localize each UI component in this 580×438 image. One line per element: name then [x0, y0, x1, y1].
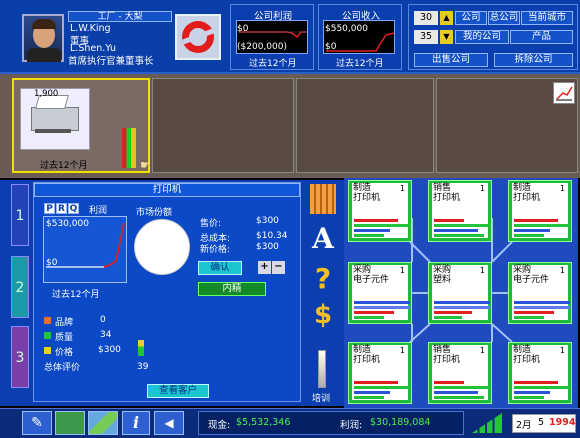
- quality-label: 质量: [55, 333, 74, 343]
- profit-chart-period: 过去12个月: [249, 59, 297, 69]
- unit-card-1[interactable]: 1 制造 打印机: [348, 180, 412, 242]
- date-month: 2月: [516, 420, 532, 431]
- unit-card-2[interactable]: 1 销售 打印机: [428, 180, 492, 242]
- profit-tabs: PRQ: [44, 203, 79, 214]
- market-share-label: 市场份额: [136, 208, 173, 218]
- brand-value: 0: [100, 315, 106, 325]
- slot-1-value: 1,900: [34, 89, 59, 99]
- product-profit-period: 过去12个月: [52, 290, 100, 300]
- cost-value: $10.34: [256, 231, 288, 241]
- pointer-hand-icon: ☛: [140, 158, 151, 172]
- overall-value: 39: [137, 362, 149, 372]
- price-swatch: [44, 347, 51, 354]
- company-logo-icon[interactable]: [175, 14, 221, 60]
- income-chart-bottom: $0: [325, 42, 337, 52]
- unit-card-3[interactable]: 1 制造 打印机: [508, 180, 572, 242]
- product-profit-top: $530,000: [46, 219, 89, 229]
- location-tab[interactable]: 工厂 - 大梨: [68, 11, 172, 22]
- tab-r[interactable]: R: [56, 203, 67, 214]
- unit-card-6[interactable]: 1 采购 电子元件: [508, 262, 572, 324]
- unit-card-5[interactable]: 1 采购 塑料: [428, 262, 492, 324]
- info-icon[interactable]: i: [122, 411, 150, 435]
- unit-card-4[interactable]: 1 采购 电子元件: [348, 262, 412, 324]
- product-books-icon[interactable]: [310, 184, 336, 214]
- slot-stats-bars: [122, 128, 136, 168]
- market-share-pie: [134, 219, 190, 275]
- quality-value: 34: [100, 330, 112, 340]
- tool-icon[interactable]: ✎: [22, 411, 52, 435]
- arrow-down-icon[interactable]: ▼: [440, 30, 453, 44]
- training-label[interactable]: 培训: [312, 391, 330, 404]
- number-box-1[interactable]: 30: [414, 11, 438, 25]
- profit-chart-bottom: ($200,000): [237, 42, 287, 52]
- trend-chart-icon[interactable]: [553, 82, 575, 104]
- product-tab[interactable]: 打印机: [34, 183, 300, 197]
- price2-label: 价格: [55, 348, 74, 358]
- number-box-2[interactable]: 35: [414, 30, 438, 44]
- new-price-label: 新价格:: [200, 245, 231, 255]
- tab-p[interactable]: P: [44, 203, 55, 214]
- unit-card-8[interactable]: 1 销售 打印机: [428, 342, 492, 404]
- slot-2[interactable]: [152, 78, 294, 173]
- nav-city-button[interactable]: 当前城市: [521, 11, 573, 25]
- nav-products-button[interactable]: 产品: [510, 30, 573, 44]
- unit-card-9[interactable]: 1 制造 打印机: [508, 342, 572, 404]
- brand-label: 品牌: [55, 318, 74, 328]
- demolish-company-button[interactable]: 拆除公司: [494, 53, 573, 67]
- status-profit-value: $30,189,084: [370, 417, 431, 428]
- training-meter: [318, 350, 326, 388]
- slot-1[interactable]: 1,900 过去12个月 ☛: [12, 78, 151, 173]
- unit-tab-2[interactable]: 2: [11, 256, 29, 318]
- unit-tab-1[interactable]: 1: [11, 184, 29, 246]
- world-map-icon[interactable]: [88, 411, 118, 435]
- price-value: $300: [256, 216, 279, 226]
- income-chart-top: $550,000: [325, 24, 368, 34]
- price2-value: $300: [98, 345, 121, 355]
- slot-3[interactable]: [296, 78, 434, 173]
- cash-value: $5,532,346: [236, 417, 291, 428]
- cash-label: 现金:: [208, 420, 231, 431]
- speed-icon[interactable]: ◀: [154, 411, 184, 435]
- new-price-value: $300: [256, 242, 279, 252]
- overall-label: 总体评价: [44, 363, 81, 373]
- profit-label: 利润: [89, 206, 108, 216]
- increase-icon[interactable]: +: [258, 261, 271, 274]
- brand-swatch: [44, 317, 51, 324]
- confirm-button[interactable]: 确认: [198, 261, 242, 275]
- dollar-icon[interactable]: $: [310, 300, 336, 330]
- arrow-up-icon[interactable]: ▲: [440, 11, 453, 25]
- profit-chart-top: $0: [237, 24, 249, 34]
- product-profit-bottom: $0: [46, 258, 58, 268]
- question-icon[interactable]: ?: [310, 264, 336, 294]
- date-year: 1994: [549, 417, 576, 428]
- unit-card-7[interactable]: 1 制造 打印机: [348, 342, 412, 404]
- nav-my-company-button[interactable]: 我的公司: [455, 30, 509, 44]
- view-customers-button[interactable]: 查看客户: [147, 384, 209, 398]
- status-profit-label: 利润:: [340, 420, 363, 431]
- date-day: 5: [538, 417, 545, 428]
- rating-bar: [138, 340, 144, 356]
- nav-corp-button[interactable]: 总公司: [488, 11, 520, 25]
- quality-swatch: [44, 332, 51, 339]
- sell-company-button[interactable]: 出售公司: [414, 53, 488, 67]
- slot-1-period: 过去12个月: [40, 161, 88, 171]
- map-icon[interactable]: [55, 411, 85, 435]
- tab-q[interactable]: Q: [68, 203, 79, 214]
- ceo-portrait: [22, 14, 64, 62]
- detail-button[interactable]: 内精: [198, 282, 266, 296]
- advertising-icon[interactable]: A: [310, 224, 336, 254]
- unit-tab-3[interactable]: 3: [11, 326, 29, 388]
- decrease-icon[interactable]: −: [272, 261, 285, 274]
- income-chart-period: 过去12个月: [336, 59, 384, 69]
- ceo-title: 首席执行官兼董事长: [68, 56, 154, 67]
- nav-company-button[interactable]: 公司: [455, 11, 487, 25]
- price-label: 售价:: [200, 219, 222, 229]
